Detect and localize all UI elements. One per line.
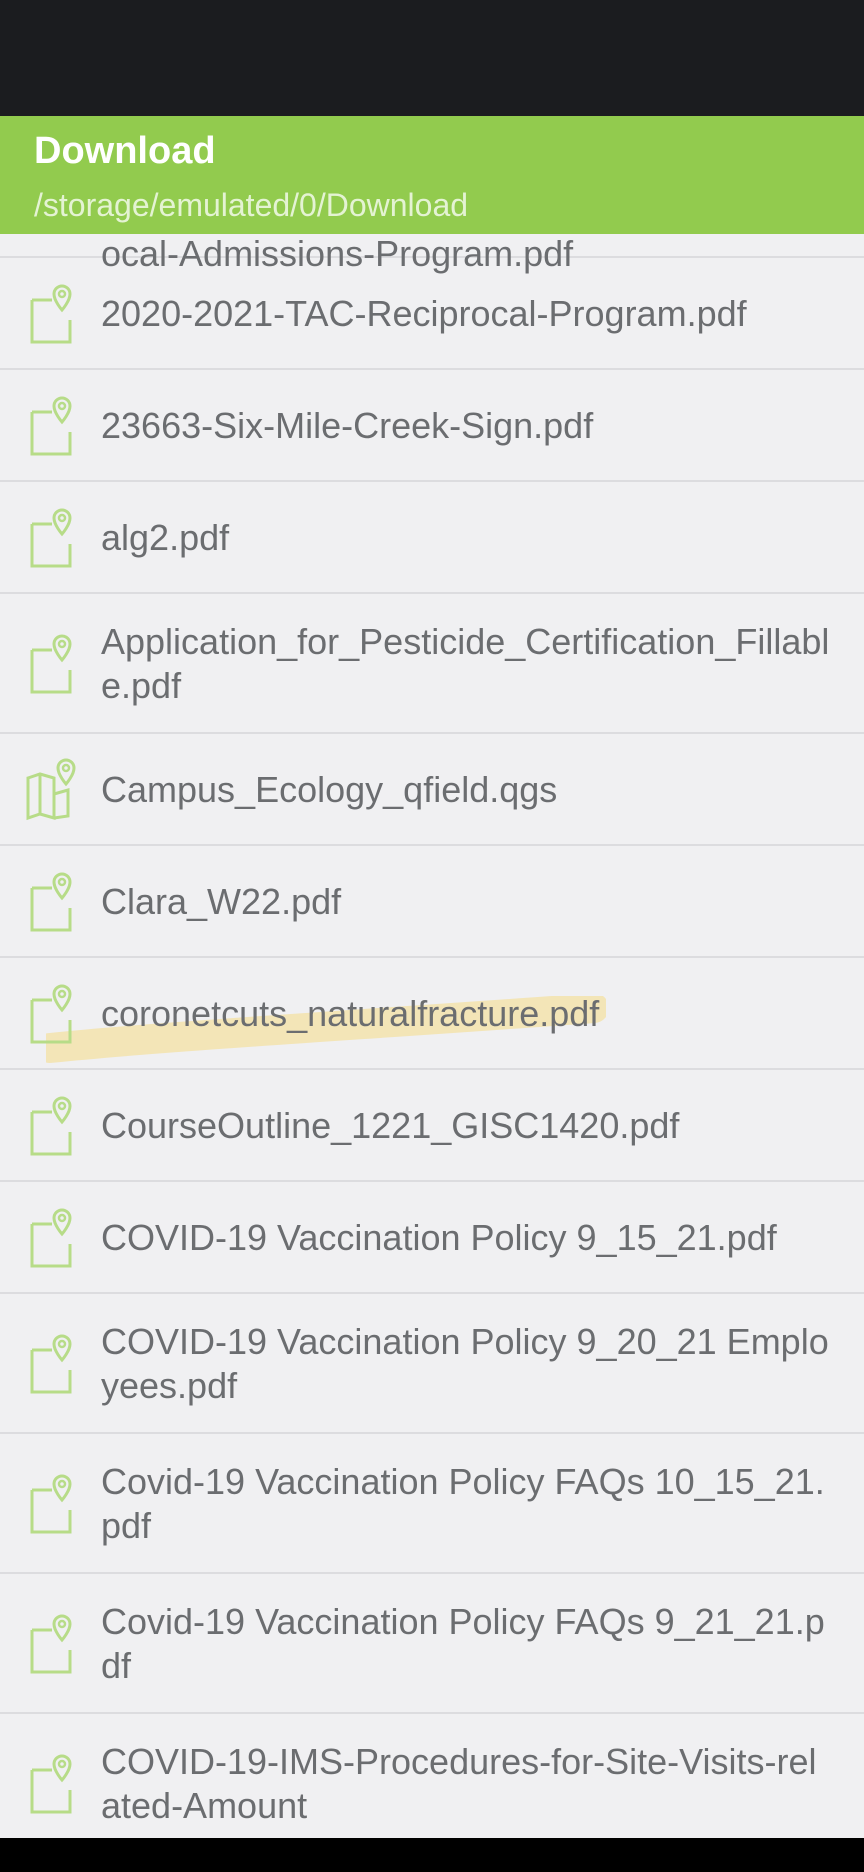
file-row[interactable]: Covid-19 Vaccination Policy FAQs 10_15_2…: [0, 1434, 864, 1574]
file-name: 23663-Six-Mile-Creek-Sign.pdf: [101, 405, 594, 446]
file-name: Application_for_Pesticide_Certification_…: [101, 621, 830, 706]
pdf-document-icon: [26, 1612, 80, 1674]
status-bar: [0, 0, 864, 116]
file-name: CourseOutline_1221_GISC1420.pdf: [101, 1105, 680, 1146]
file-row[interactable]: Application_for_Pesticide_Certification_…: [0, 594, 864, 734]
file-row[interactable]: coronetcuts_naturalfracture.pdf: [0, 958, 864, 1070]
navigation-bar: [0, 1838, 864, 1872]
file-name: coronetcuts_naturalfracture.pdf: [101, 993, 600, 1034]
file-row[interactable]: COVID-19-IMS-Procedures-for-Site-Visits-…: [0, 1714, 864, 1838]
file-name: COVID-19 Vaccination Policy 9_15_21.pdf: [101, 1217, 777, 1258]
file-name: COVID-19 Vaccination Policy 9_20_21 Empl…: [101, 1321, 829, 1406]
file-name: 2020-2021-TAC-Reciprocal-Program.pdf: [101, 293, 747, 334]
page-title: Download: [34, 130, 216, 172]
file-row[interactable]: 23663-Six-Mile-Creek-Sign.pdf: [0, 370, 864, 482]
pdf-document-icon: [26, 394, 80, 456]
file-row[interactable]: COVID-19 Vaccination Policy 9_15_21.pdf: [0, 1182, 864, 1294]
pdf-document-icon: [26, 282, 80, 344]
pdf-document-icon: [26, 1094, 80, 1156]
pdf-document-icon: [26, 1206, 80, 1268]
file-name: alg2.pdf: [101, 517, 230, 558]
file-name: Clara_W22.pdf: [101, 881, 342, 922]
pdf-document-icon: [26, 982, 80, 1044]
pdf-document-icon: [26, 506, 80, 568]
file-row[interactable]: 2020-2021-TAC-Reciprocal-Program.pdf: [0, 258, 864, 370]
file-row[interactable]: CourseOutline_1221_GISC1420.pdf: [0, 1070, 864, 1182]
file-row[interactable]: Campus_Ecology_qfield.qgs: [0, 734, 864, 846]
file-list: 2020-2021-Official-Attractions-Ontario-R…: [0, 196, 864, 1838]
file-row[interactable]: Clara_W22.pdf: [0, 846, 864, 958]
file-row[interactable]: alg2.pdf: [0, 482, 864, 594]
current-path: /storage/emulated/0/Download: [34, 187, 469, 223]
pdf-document-icon: [26, 1332, 80, 1394]
pdf-document-icon: [26, 1752, 80, 1814]
pdf-document-icon: [26, 632, 80, 694]
pdf-document-icon: [26, 870, 80, 932]
file-name: Covid-19 Vaccination Policy FAQs 10_15_2…: [101, 1461, 825, 1546]
file-name: COVID-19-IMS-Procedures-for-Site-Visits-…: [101, 1741, 817, 1826]
file-name: Campus_Ecology_qfield.qgs: [101, 769, 558, 810]
file-row[interactable]: Covid-19 Vaccination Policy FAQs 9_21_21…: [0, 1574, 864, 1714]
pdf-document-icon: [26, 1472, 80, 1534]
map-project-icon: [26, 758, 80, 821]
file-row[interactable]: COVID-19 Vaccination Policy 9_20_21 Empl…: [0, 1294, 864, 1434]
file-name: Covid-19 Vaccination Policy FAQs 9_21_21…: [101, 1601, 825, 1686]
